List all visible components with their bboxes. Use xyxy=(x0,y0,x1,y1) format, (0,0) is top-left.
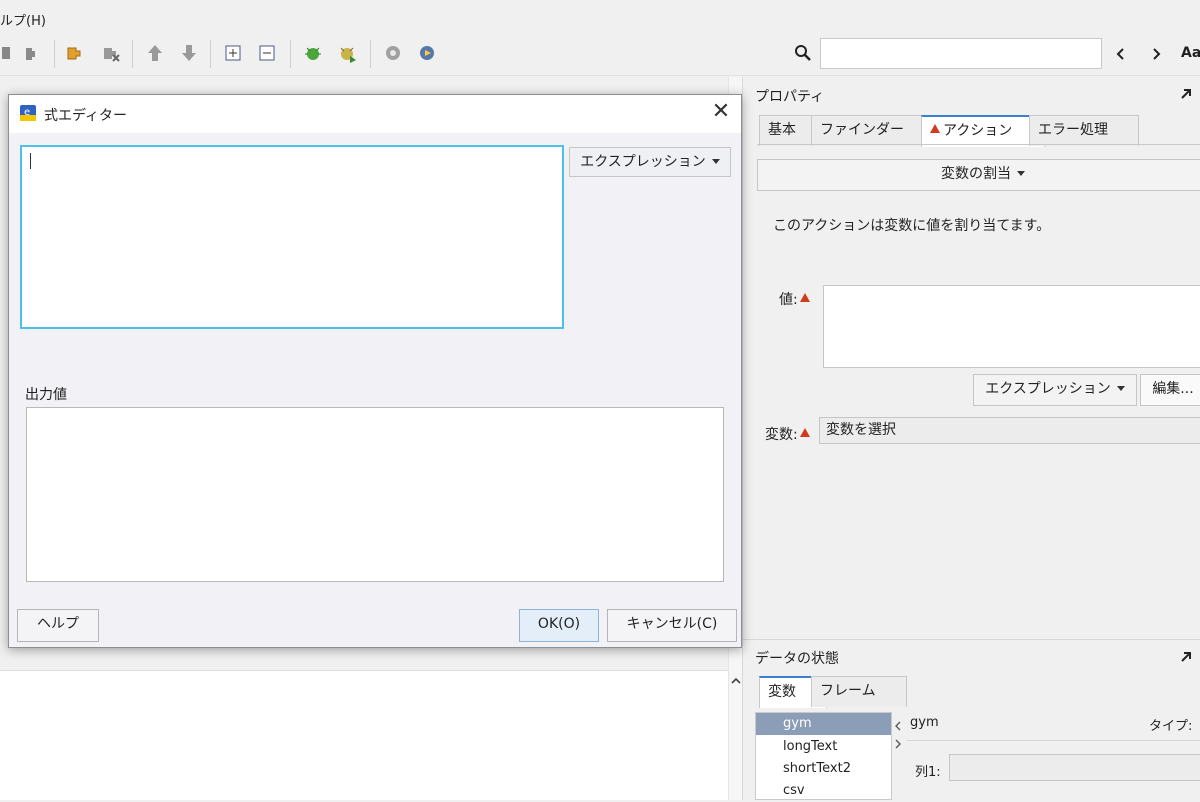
workspace-lower-pane xyxy=(0,670,728,800)
chevron-down-icon xyxy=(711,159,720,164)
menu-help[interactable]: ルプ(H) xyxy=(0,10,46,29)
expand-icon[interactable] xyxy=(222,42,244,64)
menu-bar: ルプ(H) xyxy=(0,0,1200,34)
properties-panel: プロパティ 基本 ファインダー アクション エラー処理 変数の割当 このアクショ… xyxy=(742,77,1200,639)
puzzle-orange-icon[interactable] xyxy=(64,42,86,64)
splitter-arrows-icon[interactable] xyxy=(893,720,903,750)
puzzle-remove-icon[interactable] xyxy=(100,42,122,64)
dialog-titlebar: e 式エディター ✕ xyxy=(9,95,741,133)
action-type-dropdown[interactable]: 変数の割当 xyxy=(757,159,1200,191)
properties-title: プロパティ xyxy=(755,89,825,105)
value-input[interactable] xyxy=(823,285,1200,368)
app-logo-icon: e xyxy=(20,105,36,121)
ok-button[interactable]: OK(O) xyxy=(519,609,599,642)
search-icon xyxy=(795,45,811,61)
list-item-longText[interactable]: longText xyxy=(756,736,891,758)
warning-icon xyxy=(799,293,810,302)
detail-variable-name: gym xyxy=(910,715,939,730)
puzzle-gray-icon[interactable] xyxy=(22,42,44,64)
search-prev-icon[interactable] xyxy=(1114,46,1128,62)
collapse-icon[interactable] xyxy=(256,42,278,64)
expression-dropdown[interactable]: エクスプレッション xyxy=(569,147,731,177)
warning-icon xyxy=(799,428,810,437)
tab-action[interactable]: アクション xyxy=(921,115,1045,147)
gear-gray-icon[interactable] xyxy=(382,42,404,64)
variable-list: gym longText shortText2 csv xyxy=(755,712,892,800)
scroll-up-icon[interactable] xyxy=(730,675,742,687)
action-description: このアクションは変数に値を割り当てます。 xyxy=(773,218,1051,234)
expression-editor-dialog: e 式エディター ✕ エクスプレッション 出力値 ヘルプ OK(O) キャンセル… xyxy=(8,94,742,648)
list-item-shortText2[interactable]: shortText2 xyxy=(756,758,891,780)
search-input[interactable] xyxy=(820,38,1102,69)
move-up-icon[interactable] xyxy=(144,42,166,64)
cancel-button[interactable]: キャンセル(C) xyxy=(607,609,737,642)
maximize-arrow-icon[interactable] xyxy=(1179,87,1193,101)
variable-label: 変数: xyxy=(765,424,813,444)
dialog-title: 式エディター xyxy=(44,108,128,124)
column-value-field[interactable] xyxy=(949,754,1200,781)
output-label: 出力値 xyxy=(25,387,67,403)
output-area xyxy=(26,407,724,582)
match-case-toggle[interactable]: Aa xyxy=(1181,45,1200,61)
type-label: タイプ: xyxy=(1149,719,1193,734)
list-item-gym[interactable]: gym xyxy=(756,713,891,735)
value-expression-button[interactable]: エクスプレッション xyxy=(973,374,1137,406)
maximize-arrow-icon[interactable] xyxy=(1179,650,1193,664)
value-label: 値: xyxy=(779,289,813,309)
search-next-icon[interactable] xyxy=(1149,46,1163,62)
svg-text:e: e xyxy=(24,107,30,118)
tab-error-handling[interactable]: エラー処理 xyxy=(1029,115,1139,146)
debug-green-icon[interactable] xyxy=(302,42,324,64)
column-label: 列1: xyxy=(915,765,941,780)
edit-button[interactable]: 編集... xyxy=(1140,374,1200,406)
data-state-title: データの状態 xyxy=(755,651,839,667)
debug-step-icon[interactable] xyxy=(336,42,358,64)
warning-icon xyxy=(930,124,940,133)
close-icon[interactable]: ✕ xyxy=(709,101,733,125)
chevron-down-icon xyxy=(1017,171,1025,176)
chevron-down-icon xyxy=(1116,386,1125,391)
text-cursor xyxy=(30,153,31,169)
move-down-icon[interactable] xyxy=(178,42,200,64)
list-item-csv[interactable]: csv xyxy=(756,780,891,802)
tab-finder[interactable]: ファインダー xyxy=(811,115,935,146)
globe-run-icon[interactable] xyxy=(416,42,438,64)
tab-frames[interactable]: フレーム xyxy=(811,676,907,707)
record-icon[interactable] xyxy=(0,42,22,64)
expression-input[interactable] xyxy=(20,145,564,329)
variable-select[interactable]: 変数を選択 xyxy=(819,417,1200,444)
help-button[interactable]: ヘルプ xyxy=(17,609,99,642)
